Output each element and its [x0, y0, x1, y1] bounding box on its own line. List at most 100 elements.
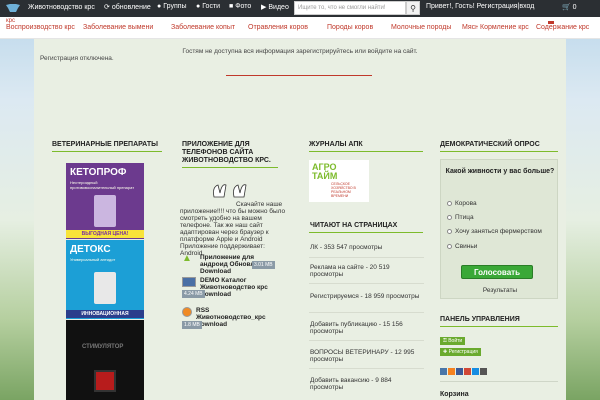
menu-item-breeds[interactable]: Породы коров [327, 24, 373, 31]
divider [309, 340, 424, 341]
divider [309, 257, 424, 258]
journals-title: ЖУРНАЛЫ АПК [309, 141, 363, 148]
video-icon: ▶ [261, 4, 267, 11]
user-icon: ● [196, 3, 201, 10]
facebook-icon[interactable] [456, 368, 463, 375]
menu-item-feeding[interactable]: Кормление крс [480, 24, 529, 31]
vote-button[interactable]: Голосовать [461, 265, 533, 279]
stat-row[interactable]: Реклама на сайте - 20 519 просмотры [310, 264, 420, 278]
google-icon[interactable] [464, 368, 471, 375]
refresh-icon: ⟳ [104, 4, 110, 11]
stat-row[interactable]: Добавить вакансию - 9 884 просмотры [310, 377, 420, 391]
nav-photo[interactable]: ■ Фото [229, 3, 251, 10]
bottle-image [94, 195, 116, 227]
ad-title: ДЕТОКС [70, 244, 111, 255]
stat-row[interactable]: Регистрируемся - 18 959 просмотры [310, 293, 420, 300]
ad-title: КЕТОПРОФ [70, 167, 127, 178]
rss-icon [182, 307, 192, 317]
hands-emoji-icon [213, 184, 247, 198]
radio-icon[interactable] [447, 244, 452, 249]
ad-title: СТИМУЛЯТОР [82, 344, 124, 350]
search-button[interactable]: ⚲ [406, 1, 420, 15]
menu-item-dairy[interactable]: Молочные породы [391, 24, 451, 31]
poll-option[interactable]: Свиньи [447, 243, 477, 250]
stat-row[interactable]: ЛК - 353 547 просмотры [310, 244, 420, 251]
menu-item-poisoning[interactable]: Отравления коров [248, 24, 308, 31]
vet-drugs-title: ВЕТЕРИНАРНЫЕ ПРЕПАРАТЫ [52, 141, 159, 148]
ok-icon[interactable] [448, 368, 455, 375]
site-title[interactable]: Животноводство крс [28, 4, 95, 11]
stat-row[interactable]: Добавить публикацию - 15 156 просмотры [310, 321, 420, 335]
catalog-icon [182, 277, 196, 287]
radio-icon[interactable] [447, 215, 452, 220]
menu-item-hoof[interactable]: Заболевание копыт [171, 24, 235, 31]
divider [52, 151, 162, 152]
register-button[interactable]: ✚ Регистрация [440, 348, 481, 356]
content-panel: Гостям не доступна вся информация зареги… [34, 39, 566, 400]
bottle-image [94, 272, 116, 304]
cow-logo-icon[interactable] [4, 2, 22, 14]
vk-icon[interactable] [440, 368, 447, 375]
app-description: приложение!!!! что бы можно было смотрет… [180, 208, 286, 257]
divider [309, 368, 424, 369]
top-bar: Животноводство крс ⟳ обновление ● Группы ●… [0, 0, 600, 17]
nav-video[interactable]: ▶ Видео [261, 3, 289, 12]
divider [440, 326, 558, 327]
guest-notice: Гостям не доступна вся информация зареги… [182, 48, 418, 55]
poll-question: Какой живности у вас больше? [445, 168, 555, 175]
ad-tag: ВЫГОДНАЯ ЦЕНА! [66, 230, 144, 238]
camera-icon: ■ [229, 3, 234, 10]
results-link[interactable]: Результаты [441, 287, 559, 294]
app-title: ПРИЛОЖЕНИЕ ДЛЯ ТЕЛЕФОНОВ САЙТА ЖИВОТНОВО… [182, 141, 271, 164]
search-icon: ⚲ [410, 3, 416, 13]
registration-disabled: Регистрация отключена. [40, 55, 114, 62]
divider [440, 151, 558, 152]
menu-item-keeping[interactable]: Содержание крс [536, 24, 589, 31]
poll-option[interactable]: Хочу заняться фермерством [447, 228, 542, 235]
download-label: Скачайте наше [236, 201, 283, 208]
poll-box: Какой живности у вас больше? Корова Птиц… [440, 159, 558, 299]
cart-icon: 🛒 [562, 4, 571, 11]
divider [309, 232, 423, 233]
menu-item-reproduction[interactable]: Воспроизводство крс [6, 24, 75, 31]
app-name: RSS Животноводство_крс Download [196, 307, 266, 328]
control-panel-title: ПАНЕЛЬ УПРАВЛЕНИЯ [440, 316, 520, 323]
more-icon[interactable] [480, 368, 487, 375]
nav-updates[interactable]: ⟳ обновление [104, 3, 151, 12]
file-size-badge: 1.8 MB [182, 321, 202, 329]
ad-ketoprof[interactable]: КЕТОПРОФ Нестероидный противовоспалитель… [66, 163, 144, 239]
nav-groups[interactable]: ● Группы [157, 3, 187, 10]
ad-tag: ИННОВАЦИОННАЯ РАЗРАБОТКА [66, 310, 144, 325]
file-size-badge: 3.01 MB [252, 261, 275, 269]
reading-title: ЧИТАЮТ НА СТРАНИЦАХ [310, 222, 398, 229]
mailru-icon[interactable] [472, 368, 479, 375]
login-button[interactable]: ⚿ Войти [440, 337, 466, 345]
poll-option[interactable]: Птица [447, 214, 474, 221]
cart-link[interactable]: 🛒 0 [562, 3, 577, 11]
stat-row[interactable]: ВОПРОСЫ ВЕТЕРИНАРУ - 12 995 просмотры [310, 349, 420, 363]
radio-icon[interactable] [447, 229, 452, 234]
agro-subtitle: СЕЛЬСКОЕ ХОЗЯЙСТВО В РЕАЛЬНОМ ВРЕМЕНИ [331, 182, 356, 198]
ad-detox[interactable]: ДЕТОКС Универсальный антидот ИННОВАЦИОНН… [66, 240, 144, 325]
greeting-login-link[interactable]: Привет!, Гость! Регистрация|вход [426, 3, 534, 10]
divider [309, 283, 424, 284]
ad-stimulator[interactable]: СТИМУЛЯТОР [66, 320, 144, 400]
device-image [94, 370, 116, 392]
agro-title: АГРО ТАЙМ [312, 162, 338, 181]
poll-option[interactable]: Корова [447, 200, 477, 207]
app-name: DEMO Каталог Животноводство крс Download [200, 277, 268, 298]
menu-item-udder[interactable]: Заболевание вымени [83, 24, 153, 31]
android-icon: ▲ [182, 253, 192, 264]
ad-subtitle: Нестероидный противовоспалительный препа… [70, 180, 135, 190]
divider [226, 75, 372, 76]
user-add-icon: ✚ [443, 349, 448, 355]
file-size-badge: 4.24 MB [182, 290, 205, 298]
poll-title: ДЕМОКРАТИЧЕСКИЙ ОПРОС [440, 141, 540, 148]
divider [182, 167, 278, 168]
radio-icon[interactable] [447, 201, 452, 206]
nav-guests[interactable]: ● Гости [196, 3, 220, 10]
divider [309, 312, 424, 313]
menu-extra: Кормление крс Содержание крс [478, 24, 600, 38]
agro-time-logo[interactable]: АГРО ТАЙМ СЕЛЬСКОЕ ХОЗЯЙСТВО В РЕАЛЬНОМ … [309, 160, 369, 202]
search-input[interactable]: Ищите то, что не смогли найти! [294, 1, 406, 15]
